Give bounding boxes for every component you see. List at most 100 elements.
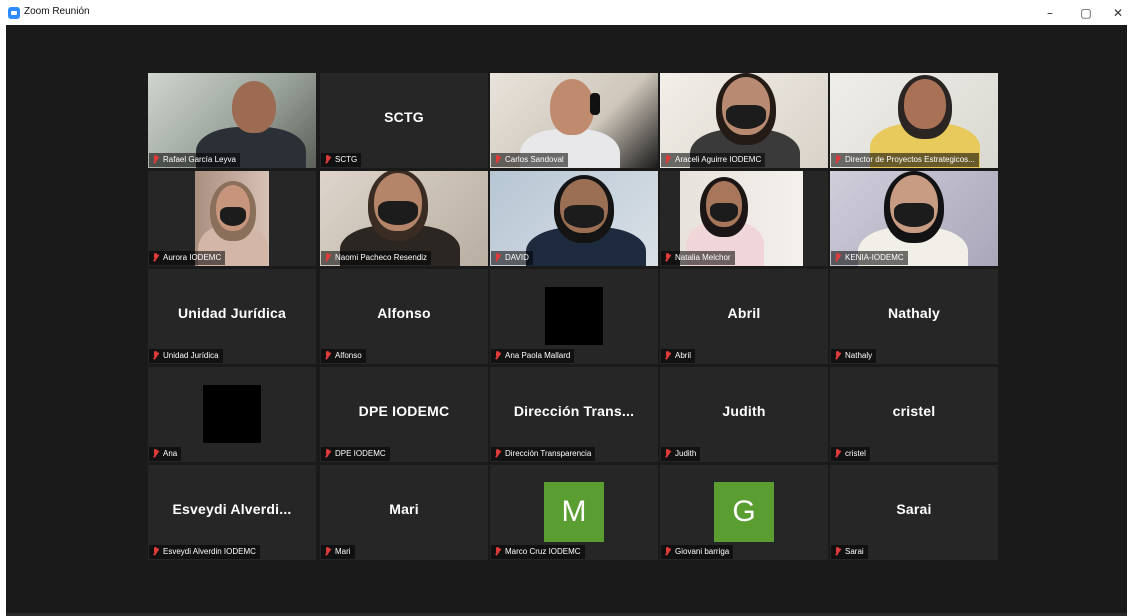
participant-name: Carlos Sandoval	[505, 155, 564, 164]
muted-mic-icon	[151, 252, 160, 262]
muted-mic-icon	[151, 448, 160, 458]
profile-picture	[545, 287, 603, 345]
participant-display-name: Sarai	[896, 501, 932, 517]
participant-name: SCTG	[335, 155, 358, 164]
participant-name-label: Mari	[321, 545, 355, 559]
participant-tile[interactable]: Rafael García Leyva	[148, 73, 316, 168]
participant-tile[interactable]: Ana	[148, 367, 316, 462]
participant-name: cristel	[845, 449, 866, 458]
participant-name-label: KENIA-IODEMC	[831, 251, 908, 265]
avatar-initial: G	[714, 482, 774, 542]
muted-mic-icon	[323, 448, 332, 458]
muted-mic-icon	[151, 546, 160, 556]
muted-mic-icon	[323, 252, 332, 262]
participant-name: Aurora IODEMC	[163, 253, 222, 262]
participant-display-name: Abril	[727, 305, 761, 321]
muted-mic-icon	[663, 154, 672, 164]
participant-name: Esveydi Alverdin IODEMC	[163, 547, 256, 556]
participant-name-label: Esveydi Alverdin IODEMC	[149, 545, 260, 559]
participant-tile[interactable]: DAVID	[490, 171, 658, 266]
muted-mic-icon	[323, 154, 332, 164]
participant-name-label: Giovani barriga	[661, 545, 734, 559]
participant-name-label: Marco Cruz IODEMC	[491, 545, 585, 559]
participant-tile[interactable]: Abril Abril	[660, 269, 828, 364]
participant-name-label: Naomi Pacheco Resendiz	[321, 251, 432, 265]
participant-tile[interactable]: Carlos Sandoval	[490, 73, 658, 168]
participant-tile[interactable]: SCTG SCTG	[320, 73, 488, 168]
participant-name: Dirección Transparencia	[505, 449, 592, 458]
participant-name-label: Araceli Aguirre IODEMC	[661, 153, 766, 167]
participant-name-label: Ana	[149, 447, 182, 461]
participant-name-label: Unidad Jurídica	[149, 349, 223, 363]
participant-tile[interactable]: Aurora IODEMC	[148, 171, 316, 266]
participant-name-label: SCTG	[321, 153, 362, 167]
participant-name-label: Abril	[661, 349, 696, 363]
participant-display-name: Nathaly	[888, 305, 940, 321]
zoom-app-icon	[8, 7, 20, 19]
participant-tile[interactable]: Alfonso Alfonso	[320, 269, 488, 364]
muted-mic-icon	[663, 350, 672, 360]
participant-tile[interactable]: Naomi Pacheco Resendiz	[320, 171, 488, 266]
participant-tile[interactable]: Natalia Melchor	[660, 171, 828, 266]
participant-tile[interactable]: KENIA-IODEMC	[830, 171, 998, 266]
participant-name-label: cristel	[831, 447, 870, 461]
participant-display-name: Dirección Trans...	[513, 403, 635, 419]
headphones	[590, 93, 600, 115]
muted-mic-icon	[663, 546, 672, 556]
muted-mic-icon	[323, 350, 332, 360]
participant-name-label: DAVID	[491, 251, 533, 265]
participant-tile[interactable]: Judith Judith	[660, 367, 828, 462]
muted-mic-icon	[833, 448, 842, 458]
participant-name-label: Judith	[661, 447, 701, 461]
participant-tile[interactable]: Mari Mari	[320, 465, 488, 560]
muted-mic-icon	[833, 546, 842, 556]
muted-mic-icon	[833, 252, 842, 262]
participant-name: Nathaly	[845, 351, 873, 360]
participant-name: Ana	[163, 449, 178, 458]
participant-name: DAVID	[505, 253, 529, 262]
participant-tile[interactable]: G Giovani barriga	[660, 465, 828, 560]
participant-name-label: Sarai	[831, 545, 868, 559]
muted-mic-icon	[833, 350, 842, 360]
participant-tile[interactable]: Unidad Jurídica Unidad Jurídica	[148, 269, 316, 364]
participant-name: Araceli Aguirre IODEMC	[675, 155, 762, 164]
profile-picture	[203, 385, 261, 443]
participant-name: Abril	[675, 351, 692, 360]
participant-name: KENIA-IODEMC	[845, 253, 904, 262]
restore-button[interactable]: ▢	[1076, 4, 1096, 22]
participant-name: Rafael García Leyva	[163, 155, 236, 164]
participant-name-label: DPE IODEMC	[321, 447, 390, 461]
participant-name-label: Dirección Transparencia	[491, 447, 596, 461]
muted-mic-icon	[663, 252, 672, 262]
participant-name: Natalia Melchor	[675, 253, 731, 262]
participant-name: DPE IODEMC	[335, 449, 386, 458]
close-button[interactable]: ✕	[1108, 4, 1128, 22]
participant-name-label: Carlos Sandoval	[491, 153, 568, 167]
participant-name-label: Nathaly	[831, 349, 877, 363]
minimize-button[interactable]: –	[1040, 4, 1060, 22]
participant-display-name: Esveydi Alverdi...	[172, 501, 292, 517]
participant-display-name: DPE IODEMC	[358, 403, 450, 419]
participant-tile[interactable]: Nathaly Nathaly	[830, 269, 998, 364]
participant-tile[interactable]: Dirección Trans... Dirección Transparenci…	[490, 367, 658, 462]
participant-name-label: Rafael García Leyva	[149, 153, 240, 167]
participant-display-name: Judith	[722, 403, 766, 419]
participant-tile[interactable]: DPE IODEMC DPE IODEMC	[320, 367, 488, 462]
participant-tile[interactable]: Ana Paola Mallard	[490, 269, 658, 364]
participant-name-label: Director de Proyectos Estrategicos...	[831, 153, 979, 167]
face-mask	[564, 204, 604, 228]
participant-tile[interactable]: cristel cristel	[830, 367, 998, 462]
muted-mic-icon	[493, 252, 502, 262]
participant-face	[904, 79, 946, 129]
participant-display-name: Mari	[389, 501, 419, 517]
muted-mic-icon	[663, 448, 672, 458]
participant-tile[interactable]: Araceli Aguirre IODEMC	[660, 73, 828, 168]
participant-name: Sarai	[845, 547, 864, 556]
participant-tile[interactable]: M Marco Cruz IODEMC	[490, 465, 658, 560]
participant-tile[interactable]: Sarai Sarai	[830, 465, 998, 560]
participant-name: Ana Paola Mallard	[505, 351, 571, 360]
participant-tile[interactable]: Director de Proyectos Estrategicos...	[830, 73, 998, 168]
participant-tile[interactable]: Esveydi Alverdi... Esveydi Alverdin IODEM…	[148, 465, 316, 560]
participant-name: Judith	[675, 449, 697, 458]
window-title: Zoom Reunión	[24, 6, 90, 17]
